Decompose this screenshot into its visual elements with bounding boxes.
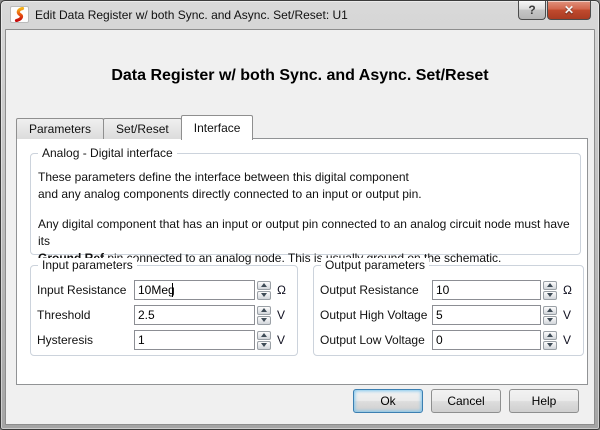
input-resistance-label: Input Resistance — [37, 283, 134, 297]
question-icon: ? — [528, 3, 535, 17]
interface-description-paragraph-1: These parameters define the interface be… — [38, 169, 570, 203]
dialog-button-row: Ok Cancel Help — [353, 389, 579, 413]
volt-unit-label: V — [277, 308, 291, 322]
spinner-up-icon[interactable] — [257, 281, 271, 290]
titlebar-help-button[interactable]: ? — [518, 1, 546, 20]
analog-digital-interface-group: Analog - Digital interface These paramet… — [30, 153, 581, 255]
output-low-voltage-row: Output Low Voltage V — [320, 330, 577, 350]
tab-interface[interactable]: Interface — [181, 115, 254, 140]
input-parameters-group: Input parameters Input Resistance Ω Thre… — [30, 265, 298, 356]
spinner-down-icon[interactable] — [257, 341, 271, 350]
output-resistance-spinner — [543, 281, 557, 300]
output-low-voltage-field[interactable] — [432, 330, 541, 350]
hysteresis-field[interactable] — [134, 330, 255, 350]
cancel-button[interactable]: Cancel — [431, 389, 501, 413]
ohm-unit-label: Ω — [563, 283, 577, 297]
hysteresis-label: Hysteresis — [37, 333, 134, 347]
output-high-voltage-label: Output High Voltage — [320, 308, 432, 322]
spinner-up-icon[interactable] — [543, 281, 557, 290]
spinner-up-icon[interactable] — [257, 306, 271, 315]
title-bar[interactable]: Edit Data Register w/ both Sync. and Asy… — [1, 1, 599, 29]
spinner-up-icon[interactable] — [257, 331, 271, 340]
output-low-voltage-label: Output Low Voltage — [320, 333, 432, 347]
group-title: Output parameters — [321, 258, 429, 272]
output-high-voltage-row: Output High Voltage V — [320, 305, 577, 325]
group-title: Analog - Digital interface — [38, 146, 177, 160]
spinner-down-icon[interactable] — [543, 291, 557, 300]
group-title: Input parameters — [38, 258, 137, 272]
text-caret — [172, 283, 173, 297]
dialog-window: Edit Data Register w/ both Sync. and Asy… — [0, 0, 600, 430]
close-icon: ✕ — [564, 3, 574, 17]
titlebar-close-button[interactable]: ✕ — [547, 1, 591, 20]
output-high-voltage-field[interactable] — [432, 305, 541, 325]
volt-unit-label: V — [563, 333, 577, 347]
spinner-down-icon[interactable] — [257, 291, 271, 300]
spinner-down-icon[interactable] — [257, 316, 271, 325]
ohm-unit-label: Ω — [277, 283, 291, 297]
hysteresis-spinner — [257, 331, 271, 350]
hysteresis-row: Hysteresis V — [37, 330, 291, 350]
tab-bar: Parameters Set/Reset Interface — [16, 114, 252, 139]
ok-button[interactable]: Ok — [353, 389, 423, 413]
app-logo-icon — [10, 6, 29, 23]
window-title: Edit Data Register w/ both Sync. and Asy… — [35, 8, 348, 22]
output-high-voltage-spinner — [543, 306, 557, 325]
spinner-up-icon[interactable] — [543, 331, 557, 340]
tab-set-reset[interactable]: Set/Reset — [103, 118, 182, 139]
spinner-down-icon[interactable] — [543, 316, 557, 325]
tab-parameters[interactable]: Parameters — [16, 118, 104, 139]
output-low-voltage-spinner — [543, 331, 557, 350]
dialog-client-area: Data Register w/ both Sync. and Async. S… — [5, 29, 595, 425]
help-button[interactable]: Help — [509, 389, 579, 413]
spinner-down-icon[interactable] — [543, 341, 557, 350]
input-resistance-field[interactable] — [134, 280, 255, 300]
input-resistance-spinner — [257, 281, 271, 300]
volt-unit-label: V — [277, 333, 291, 347]
output-resistance-field[interactable] — [432, 280, 541, 300]
threshold-field[interactable] — [134, 305, 255, 325]
output-parameters-group: Output parameters Output Resistance Ω Ou… — [313, 265, 584, 356]
input-resistance-row: Input Resistance Ω — [37, 280, 291, 300]
threshold-label: Threshold — [37, 308, 134, 322]
threshold-spinner — [257, 306, 271, 325]
output-resistance-label: Output Resistance — [320, 283, 432, 297]
threshold-row: Threshold V — [37, 305, 291, 325]
volt-unit-label: V — [563, 308, 577, 322]
output-resistance-row: Output Resistance Ω — [320, 280, 577, 300]
spinner-up-icon[interactable] — [543, 306, 557, 315]
page-title: Data Register w/ both Sync. and Async. S… — [6, 67, 594, 85]
interface-tab-page: Analog - Digital interface These paramet… — [16, 138, 588, 385]
